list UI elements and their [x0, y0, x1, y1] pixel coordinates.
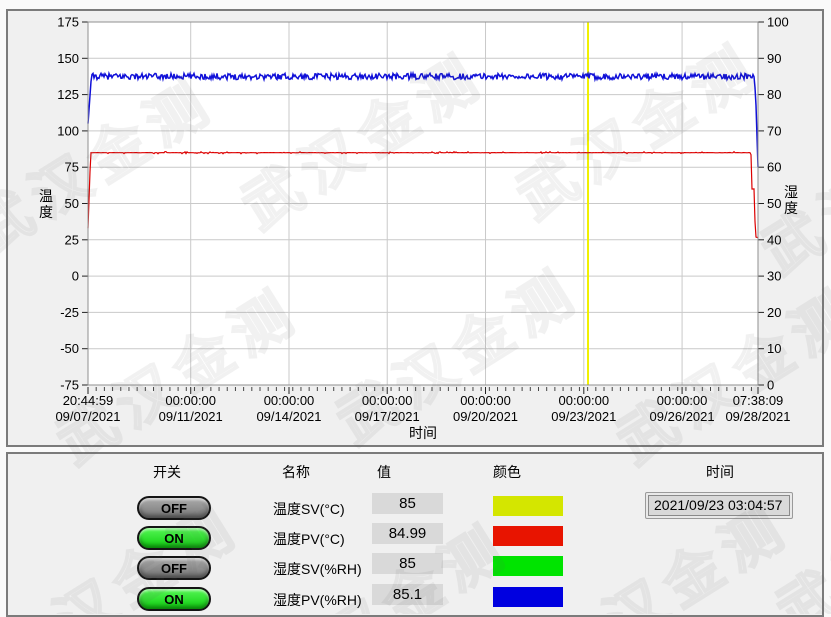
- x-tick-time: 07:38:09: [733, 393, 784, 408]
- value-display: 85: [372, 493, 443, 514]
- y-right-tick-label: 60: [767, 160, 781, 175]
- x-tick-date: 09/14/2021: [256, 409, 321, 424]
- header-color: 颜色: [493, 462, 521, 482]
- x-tick-time: 00:00:00: [264, 393, 315, 408]
- y-right-tick-label: 40: [767, 232, 781, 247]
- y-left-tick-label: 75: [65, 160, 79, 175]
- x-tick-time: 20:44:59: [63, 393, 114, 408]
- x-tick-date: 09/11/2021: [159, 409, 223, 424]
- switch-button[interactable]: ON: [137, 587, 211, 611]
- channel-name-label: 温度PV(°C): [273, 529, 345, 549]
- x-tick-date: 09/20/2021: [453, 409, 518, 424]
- control-panel: 开关 名称 值 颜色 时间 OFF 温度SV(°C) 85 ON 温度PV(°C…: [6, 452, 824, 617]
- color-swatch[interactable]: [493, 526, 563, 546]
- x-tick-date: 09/23/2021: [551, 409, 616, 424]
- y-right-tick-label: 70: [767, 123, 781, 138]
- y-right-axis-title: 度: [784, 200, 798, 216]
- cursor-time-value: 2021/09/23 03:04:57: [648, 495, 790, 516]
- value-display: 85.1: [372, 584, 443, 605]
- y-left-tick-label: -50: [60, 341, 79, 356]
- switch-label: OFF: [161, 561, 187, 576]
- y-right-tick-label: 80: [767, 87, 781, 102]
- chart-panel: 20:44:5909/07/202100:00:0009/11/202100:0…: [6, 9, 824, 447]
- header-name: 名称: [282, 462, 310, 482]
- y-left-tick-label: 125: [57, 87, 79, 102]
- y-right-tick-label: 30: [767, 269, 781, 284]
- trend-chart[interactable]: 20:44:5909/07/202100:00:0009/11/202100:0…: [8, 11, 822, 445]
- header-value: 值: [377, 462, 391, 482]
- color-swatch[interactable]: [493, 556, 563, 576]
- x-tick-time: 00:00:00: [657, 393, 708, 408]
- channel-name-label: 湿度PV(%RH): [273, 590, 362, 610]
- header-switch: 开关: [153, 462, 181, 482]
- y-right-tick-label: 0: [767, 378, 774, 393]
- x-tick-time: 00:00:00: [165, 393, 216, 408]
- y-left-tick-label: -25: [60, 305, 79, 320]
- control-row: OFF 湿度SV(%RH) 85: [8, 556, 822, 578]
- x-tick-date: 09/28/2021: [725, 409, 790, 424]
- switch-button[interactable]: OFF: [137, 496, 211, 520]
- switch-label: ON: [164, 531, 184, 546]
- x-tick-date: 09/07/2021: [55, 409, 120, 424]
- value-display: 85: [372, 553, 443, 574]
- x-tick-time: 00:00:00: [460, 393, 511, 408]
- control-row: ON 温度PV(°C) 84.99: [8, 526, 822, 548]
- color-swatch[interactable]: [493, 496, 563, 516]
- x-tick-date: 09/17/2021: [355, 409, 420, 424]
- y-left-tick-label: 25: [65, 232, 79, 247]
- channel-name-label: 温度SV(°C): [273, 499, 345, 519]
- y-left-tick-label: 175: [57, 15, 79, 30]
- y-left-axis-title: 度: [39, 204, 53, 220]
- control-row: ON 湿度PV(%RH) 85.1: [8, 587, 822, 609]
- y-left-tick-label: -75: [60, 378, 79, 393]
- header-time: 时间: [706, 462, 734, 482]
- y-right-tick-label: 90: [767, 51, 781, 66]
- switch-label: OFF: [161, 501, 187, 516]
- x-tick-time: 00:00:00: [558, 393, 609, 408]
- y-right-tick-label: 20: [767, 305, 781, 320]
- switch-button[interactable]: OFF: [137, 556, 211, 580]
- y-right-tick-label: 100: [767, 15, 789, 30]
- y-right-tick-label: 10: [767, 341, 781, 356]
- value-display: 84.99: [372, 523, 443, 544]
- y-right-axis-title: 湿: [784, 184, 798, 200]
- switch-label: ON: [164, 592, 184, 607]
- switch-button[interactable]: ON: [137, 526, 211, 550]
- channel-name-label: 湿度SV(%RH): [273, 559, 362, 579]
- y-left-tick-label: 0: [72, 269, 79, 284]
- x-tick-date: 09/26/2021: [650, 409, 715, 424]
- color-swatch[interactable]: [493, 587, 563, 607]
- x-tick-time: 00:00:00: [362, 393, 413, 408]
- y-right-tick-label: 50: [767, 196, 781, 211]
- cursor-time-display: 2021/09/23 03:04:57: [645, 492, 793, 519]
- y-left-tick-label: 150: [57, 51, 79, 66]
- y-left-tick-label: 100: [57, 123, 79, 138]
- y-left-axis-title: 温: [39, 188, 53, 204]
- y-left-tick-label: 50: [65, 196, 79, 211]
- x-axis-title: 时间: [409, 425, 437, 441]
